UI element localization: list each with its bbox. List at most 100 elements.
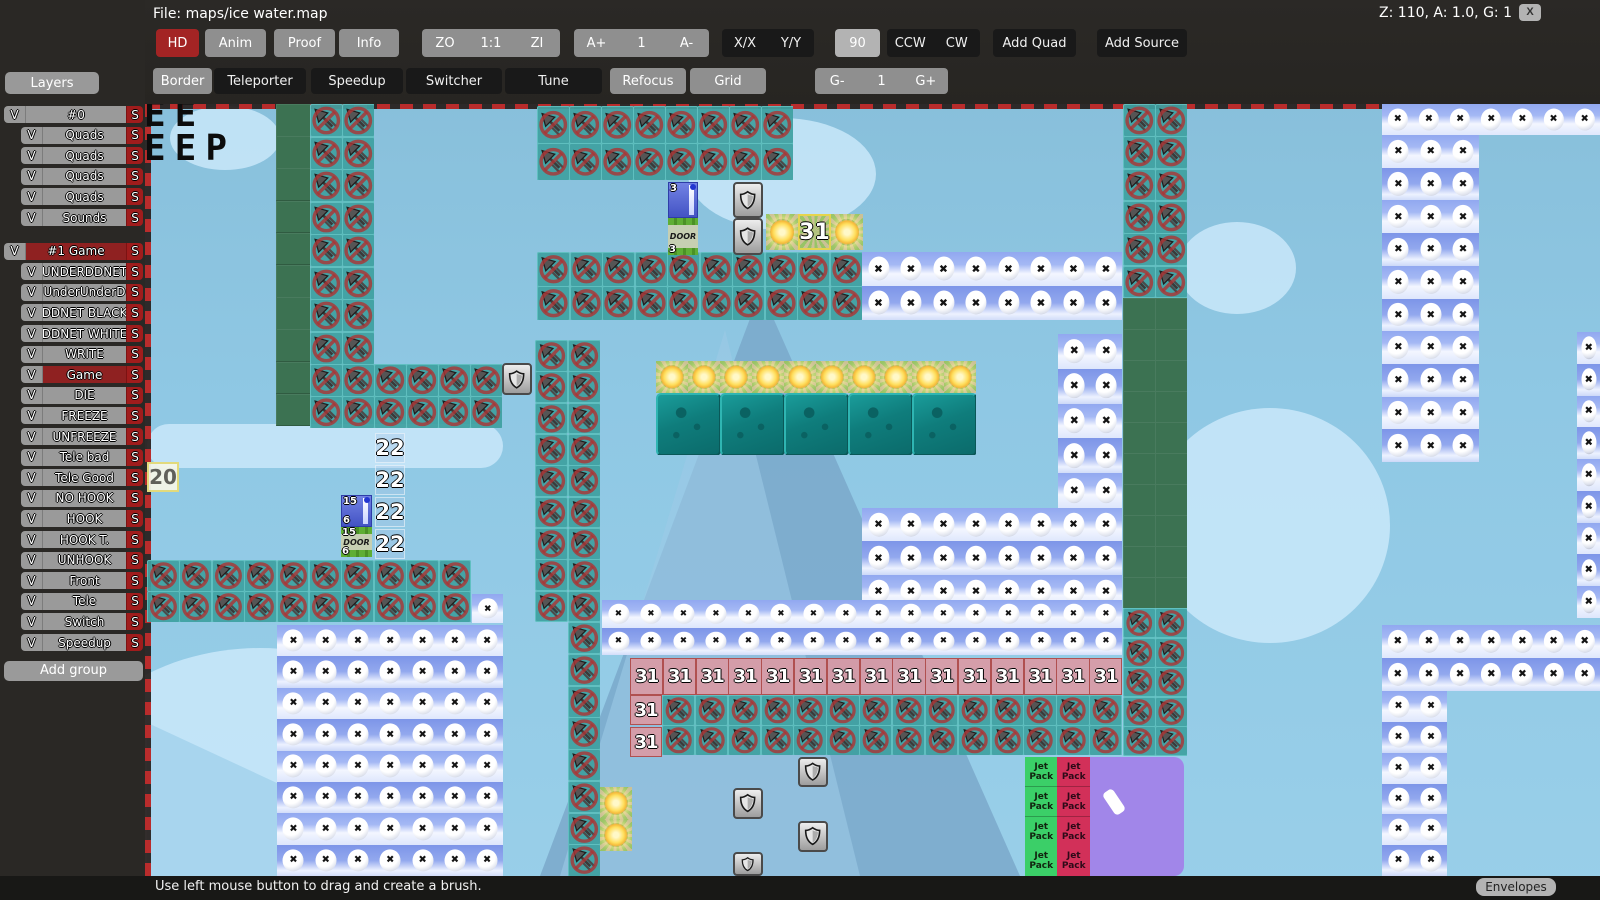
layer-row-sounds[interactable]: VSoundsS (21, 209, 143, 226)
visibility-toggle[interactable]: V (21, 490, 43, 507)
layers-header-button[interactable]: Layers (5, 72, 99, 94)
shared-toggle[interactable]: S (126, 147, 143, 164)
add-source-button[interactable]: Add Source (1097, 29, 1187, 57)
zoom-group[interactable]: ZO1:1ZI (422, 29, 560, 57)
shared-toggle[interactable]: S (126, 263, 143, 280)
visibility-toggle[interactable]: V (21, 304, 43, 321)
visibility-toggle[interactable]: V (21, 469, 43, 486)
layer-row-tele-bad[interactable]: VTele badS (21, 449, 143, 466)
visibility-toggle[interactable]: V (21, 572, 43, 589)
layer-row-write[interactable]: VWRITES (21, 346, 143, 363)
shared-toggle[interactable]: S (126, 552, 143, 569)
rotate-group[interactable]: CCWCW (887, 29, 980, 57)
layer-row-quads[interactable]: VQuadsS (21, 147, 143, 164)
layer-row--1-game[interactable]: V#1 GameS (4, 243, 143, 260)
layer-row-die[interactable]: VDIES (21, 387, 143, 404)
visibility-toggle[interactable]: V (4, 243, 26, 260)
layer-row-front[interactable]: VFrontS (21, 572, 143, 589)
layer-row-ddnet-black[interactable]: VDDNET BLACKS (21, 304, 143, 321)
rotate-90-button[interactable]: 90 (835, 29, 880, 57)
layer-row-freeze[interactable]: VFREEZES (21, 407, 143, 424)
visibility-toggle[interactable]: V (21, 428, 43, 445)
shared-toggle[interactable]: S (126, 366, 143, 383)
visibility-toggle[interactable]: V (21, 634, 43, 651)
layer-row-quads[interactable]: VQuadsS (21, 188, 143, 205)
visibility-toggle[interactable]: V (21, 449, 43, 466)
layer-row-quads[interactable]: VQuadsS (21, 168, 143, 185)
shared-toggle[interactable]: S (126, 634, 143, 651)
switcher-button[interactable]: Switcher (406, 68, 502, 94)
anim-speed-group[interactable]: A+1A- (574, 29, 709, 57)
visibility-toggle[interactable]: V (21, 325, 43, 342)
layer-row--0[interactable]: V#0S (4, 106, 143, 123)
visibility-toggle[interactable]: V (21, 346, 43, 363)
layer-row-hook[interactable]: VHOOKS (21, 510, 143, 527)
hd-button[interactable]: HD (156, 29, 199, 57)
layer-row-ddnet-white[interactable]: VDDNET WHITES (21, 325, 143, 342)
grid-size-group[interactable]: G-1G+ (815, 68, 948, 94)
shared-toggle[interactable]: S (126, 304, 143, 321)
refocus-button[interactable]: Refocus (610, 68, 686, 94)
shared-toggle[interactable]: S (126, 407, 143, 424)
flip-group[interactable]: X/XY/Y (722, 29, 814, 57)
layer-row-game[interactable]: VGameS (21, 366, 143, 383)
visibility-toggle[interactable]: V (21, 552, 43, 569)
proof-button[interactable]: Proof (274, 29, 335, 57)
shared-toggle[interactable]: S (126, 510, 143, 527)
map-canvas[interactable]: EEEEP✖✖✖✖✖✖✖✖✖✖✖✖✖✖✖✖✖✖✖✖✖✖✖✖✖✖✖✖✖✖✖✖✖✖✖… (0, 0, 1600, 900)
shared-toggle[interactable]: S (126, 243, 143, 260)
visibility-toggle[interactable]: V (21, 613, 43, 630)
visibility-toggle[interactable]: V (21, 531, 43, 548)
visibility-toggle[interactable]: V (21, 366, 43, 383)
shared-toggle[interactable]: S (126, 346, 143, 363)
info-button[interactable]: Info (339, 29, 399, 57)
shared-toggle[interactable]: S (126, 387, 143, 404)
visibility-toggle[interactable]: V (21, 127, 43, 144)
layer-row-tele-good[interactable]: VTele GoodS (21, 469, 143, 486)
layer-row-speedup[interactable]: VSpeedupS (21, 634, 143, 651)
shared-toggle[interactable]: S (126, 593, 143, 610)
layer-row-quads[interactable]: VQuadsS (21, 127, 143, 144)
teleporter-button[interactable]: Teleporter (214, 68, 306, 94)
shared-toggle[interactable]: S (126, 469, 143, 486)
close-button[interactable]: X (1519, 4, 1541, 21)
grid-button[interactable]: Grid (690, 68, 766, 94)
shared-toggle[interactable]: S (126, 188, 143, 205)
envelopes-button[interactable]: Envelopes (1476, 878, 1556, 896)
shared-toggle[interactable]: S (126, 613, 143, 630)
visibility-toggle[interactable]: V (4, 106, 26, 123)
layer-row-switch[interactable]: VSwitchS (21, 613, 143, 630)
speedup-button[interactable]: Speedup (311, 68, 403, 94)
shared-toggle[interactable]: S (126, 209, 143, 226)
visibility-toggle[interactable]: V (21, 263, 43, 280)
layer-row-unfreeze[interactable]: VUNFREEZES (21, 428, 143, 445)
layer-row-tele[interactable]: VTeleS (21, 593, 143, 610)
layer-row-underddnet[interactable]: VUNDERDDNETS (21, 263, 143, 280)
shared-toggle[interactable]: S (126, 106, 143, 123)
shared-toggle[interactable]: S (126, 449, 143, 466)
layer-row-hook-t-[interactable]: VHOOK T.S (21, 531, 143, 548)
layer-row-unhook[interactable]: VUNHOOKS (21, 552, 143, 569)
visibility-toggle[interactable]: V (21, 510, 43, 527)
layer-row-no-hook[interactable]: VNO HOOKS (21, 490, 143, 507)
shared-toggle[interactable]: S (126, 428, 143, 445)
tune-button[interactable]: Tune (505, 68, 602, 94)
visibility-toggle[interactable]: V (21, 147, 43, 164)
visibility-toggle[interactable]: V (21, 188, 43, 205)
shared-toggle[interactable]: S (126, 572, 143, 589)
shared-toggle[interactable]: S (126, 490, 143, 507)
visibility-toggle[interactable]: V (21, 209, 43, 226)
border-button[interactable]: Border (153, 68, 212, 94)
visibility-toggle[interactable]: V (21, 387, 43, 404)
shared-toggle[interactable]: S (126, 531, 143, 548)
add-quad-button[interactable]: Add Quad (993, 29, 1076, 57)
visibility-toggle[interactable]: V (21, 168, 43, 185)
visibility-toggle[interactable]: V (21, 284, 43, 301)
layer-row-underunderd[interactable]: VUnderUnderDS (21, 284, 143, 301)
shared-toggle[interactable]: S (126, 325, 143, 342)
visibility-toggle[interactable]: V (21, 407, 43, 424)
shared-toggle[interactable]: S (126, 168, 143, 185)
shared-toggle[interactable]: S (126, 284, 143, 301)
add-group-button[interactable]: Add group (4, 661, 143, 681)
shared-toggle[interactable]: S (126, 127, 143, 144)
